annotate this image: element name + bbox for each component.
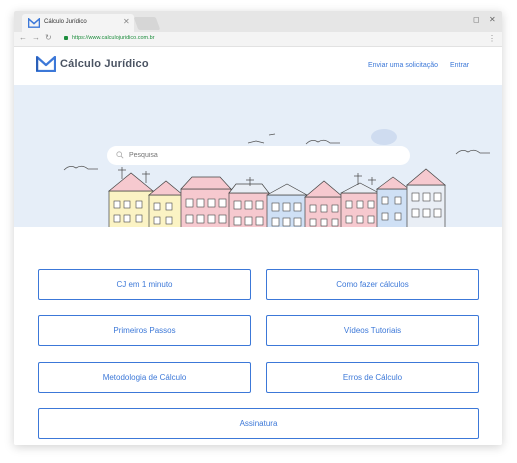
close-tab-icon[interactable]: ✕ — [123, 17, 130, 26]
menu-icon[interactable]: ⋮ — [488, 34, 496, 43]
reload-icon[interactable]: ↻ — [45, 33, 52, 42]
logo-text[interactable]: Cálculo Jurídico — [60, 58, 149, 70]
close-window-icon[interactable]: ✕ — [489, 15, 496, 24]
site-header: Cálculo Jurídico Enviar uma solicitação … — [14, 47, 502, 85]
lock-icon — [64, 36, 68, 40]
request-link[interactable]: Enviar uma solicitação — [368, 62, 438, 69]
search-input[interactable] — [129, 148, 399, 163]
back-icon[interactable]: ← — [19, 33, 27, 42]
button-videos-tutoriais[interactable]: Vídeos Tutoriais — [266, 315, 479, 346]
button-erros-de-calculo[interactable]: Erros de Cálculo — [266, 362, 479, 393]
logo-icon[interactable] — [36, 56, 56, 72]
login-link[interactable]: Entrar — [450, 62, 469, 69]
category-grid: CJ em 1 minuto Como fazer cálculos Prime… — [14, 229, 502, 445]
button-como-fazer-calculos[interactable]: Como fazer cálculos — [266, 269, 479, 300]
button-primeiros-passos[interactable]: Primeiros Passos — [38, 315, 251, 346]
hero-banner — [14, 85, 502, 229]
search-icon — [116, 151, 124, 159]
button-metodologia-de-calculo[interactable]: Metodologia de Cálculo — [38, 362, 251, 393]
search-bar[interactable] — [107, 146, 410, 165]
restore-window-icon[interactable]: ◻ — [473, 15, 480, 24]
browser-toolbar: ← → ↻ https://www.calculojuridico.com.br… — [14, 32, 502, 47]
tab-title: Cálculo Jurídico — [44, 19, 87, 25]
forward-icon[interactable]: → — [32, 33, 40, 42]
site-favicon-icon — [28, 18, 40, 28]
tab-bar: Cálculo Jurídico ✕ ◻ ✕ — [14, 11, 502, 32]
new-tab-button[interactable] — [133, 17, 161, 30]
button-assinatura[interactable]: Assinatura — [38, 408, 479, 439]
browser-tab[interactable]: Cálculo Jurídico ✕ — [22, 14, 134, 32]
browser-window: Cálculo Jurídico ✕ ◻ ✕ ← → ↻ https://www… — [14, 11, 502, 445]
button-cj-em-1-minuto[interactable]: CJ em 1 minuto — [38, 269, 251, 300]
address-bar[interactable]: https://www.calculojuridico.com.br — [72, 35, 155, 41]
